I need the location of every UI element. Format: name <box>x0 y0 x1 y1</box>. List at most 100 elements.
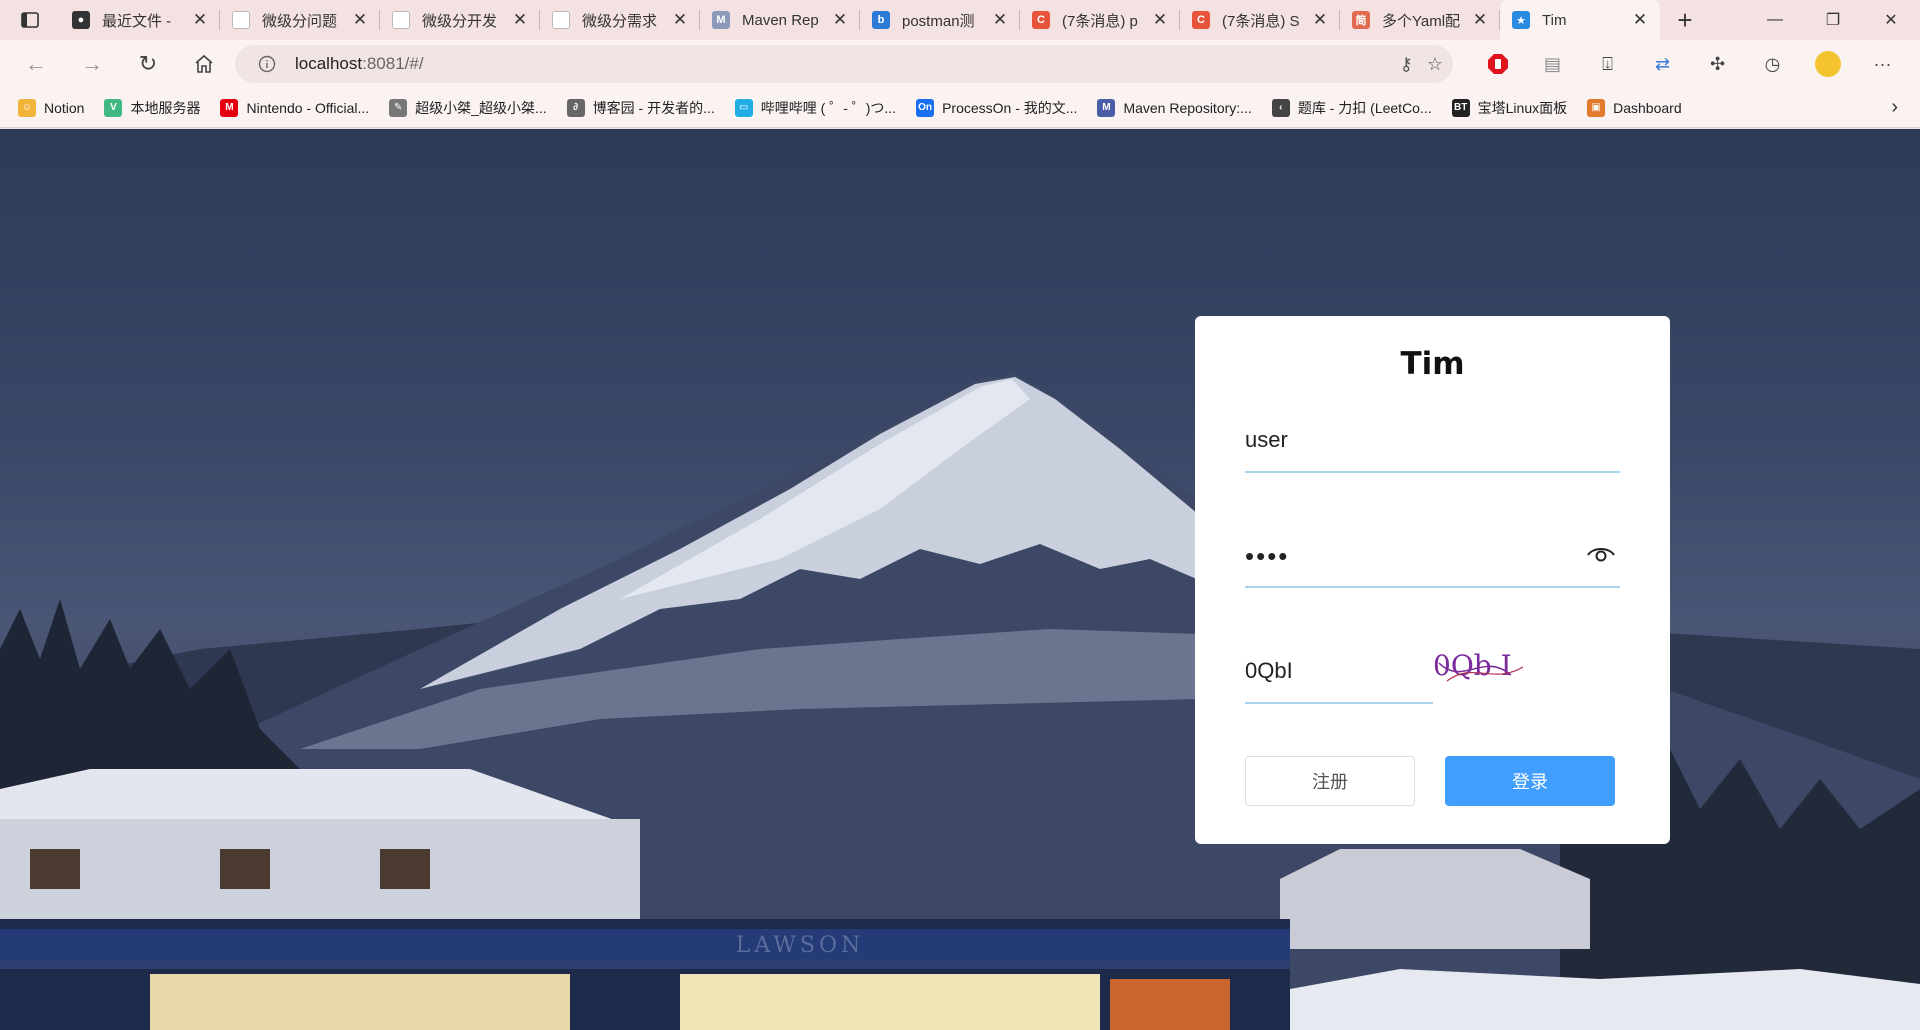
tab[interactable]: b postman测 ✕ <box>860 0 1020 40</box>
captcha-image[interactable]: 0Qb I <box>1433 641 1583 693</box>
home-button[interactable] <box>176 44 232 84</box>
tab-title: 多个Yaml配 <box>1382 12 1461 30</box>
bookmark-favicon-icon: BT <box>1451 98 1470 117</box>
more-icon: ··· <box>1873 53 1892 74</box>
bookmark-item[interactable]: ✎ 超级小桀_超级小桀... <box>389 98 547 118</box>
download-icon: ⍗ <box>1602 53 1613 74</box>
bookmark-label: 超级小桀_超级小桀... <box>415 99 547 116</box>
bookmark-label: 哔哩哔哩 ( ゜- ゜)つ... <box>760 99 897 116</box>
username-field[interactable]: user <box>1245 413 1620 473</box>
bookmark-list: ☺ Notion V 本地服务器 M Nintendo - Official... ✎ 超级小… <box>18 98 1702 118</box>
bookmark-item[interactable]: ▭ 哔哩哔哩 ( ゜- ゜)つ... <box>734 98 897 118</box>
password-field[interactable]: •••• <box>1245 528 1620 588</box>
address-bar[interactable]: localhost:8081/#/ ⚷ ☆ <box>235 45 1453 83</box>
tab[interactable]: C (7条消息) S ✕ <box>1180 0 1340 40</box>
arrow-right-icon: → <box>81 51 103 76</box>
captcha-input[interactable]: 0QbI <box>1245 644 1433 704</box>
tab-close-icon[interactable]: ✕ <box>350 10 370 30</box>
bookmarks-bar: ☺ Notion V 本地服务器 M Nintendo - Official... ✎ 超级小… <box>0 88 1920 128</box>
more-menu-button[interactable]: ··· <box>1855 40 1910 88</box>
tab-title: postman测 <box>902 12 975 30</box>
history-button[interactable]: ◷ <box>1745 40 1800 88</box>
tab-close-icon[interactable]: ✕ <box>1630 10 1650 30</box>
tab[interactable]: 微级分问题 ✕ <box>220 0 380 40</box>
tab[interactable]: ★ Tim ✕ <box>1500 0 1660 40</box>
bookmark-favicon-icon: ☺ <box>18 98 36 117</box>
url-text[interactable]: localhost:8081/#/ <box>295 54 424 74</box>
new-tab-button[interactable]: + <box>1660 0 1710 40</box>
login-button[interactable]: 登录 <box>1445 756 1615 806</box>
tab[interactable]: ● 最近文件 - ✕ <box>60 0 220 40</box>
home-icon <box>195 54 213 73</box>
extensions-button[interactable]: ✣ <box>1690 40 1745 88</box>
password-value: •••• <box>1245 541 1290 571</box>
tab-favicon-icon: 简 <box>1352 11 1370 29</box>
bookmark-item[interactable]: ∂ 博客园 - 开发者的... <box>566 98 715 118</box>
tab-title: Tim <box>1542 11 1567 29</box>
bookmark-item[interactable]: ▣ Dashboard <box>1587 98 1682 117</box>
stop-icon <box>1487 54 1508 74</box>
tab-close-icon[interactable]: ✕ <box>1470 10 1490 30</box>
site-info-icon[interactable] <box>247 55 287 73</box>
login-title: Tim <box>1400 346 1465 382</box>
tab[interactable]: 简多个Yaml配 ✕ <box>1340 0 1500 40</box>
book-icon: ▤ <box>1543 53 1561 74</box>
tab-close-icon[interactable]: ✕ <box>990 10 1010 30</box>
bookmark-favicon-icon: ▭ <box>734 98 753 117</box>
key-icon[interactable]: ⚷ <box>1400 54 1413 75</box>
reload-button[interactable]: ↻ <box>120 44 176 84</box>
minimize-button[interactable]: — <box>1746 0 1804 40</box>
close-window-button[interactable]: ✕ <box>1862 0 1920 40</box>
bookmark-label: Notion <box>44 99 85 116</box>
sidebar-toggle-button[interactable] <box>0 0 60 40</box>
bookmark-item[interactable]: V 本地服务器 <box>104 98 200 118</box>
tab-close-icon[interactable]: ✕ <box>830 10 850 30</box>
tab-close-icon[interactable]: ✕ <box>1310 10 1330 30</box>
download-extension-button[interactable]: ⍗ <box>1580 40 1635 88</box>
favorite-add-icon[interactable]: ☆ <box>1427 54 1443 75</box>
sidebar-icon <box>21 12 39 28</box>
bookmark-item[interactable]: ‹ 题库 - 力扣 (LeetCo... <box>1271 98 1432 118</box>
bookmark-item[interactable]: BT 宝塔Linux面板 <box>1451 98 1568 118</box>
tab[interactable]: 微级分开发 ✕ <box>380 0 540 40</box>
tab-favicon-icon <box>552 11 570 29</box>
back-button[interactable]: ← <box>8 44 64 84</box>
bookmark-favicon-icon: ✎ <box>389 98 408 117</box>
bookmark-item[interactable]: M Maven Repository:... <box>1097 98 1252 117</box>
history-icon: ◷ <box>1764 53 1781 74</box>
bookmark-item[interactable]: On ProcessOn - 我的文... <box>916 98 1077 118</box>
restore-button[interactable]: ❐ <box>1804 0 1862 40</box>
tab-favicon-icon <box>232 11 250 29</box>
tab-close-icon[interactable]: ✕ <box>510 10 530 30</box>
tab[interactable]: 微级分需求 ✕ <box>540 0 700 40</box>
tab-title: 微级分开发 <box>422 12 498 30</box>
adblock-extension-button[interactable] <box>1470 40 1525 88</box>
tab[interactable]: C (7条消息) p ✕ <box>1020 0 1180 40</box>
sync-extension-button[interactable]: ⇄ <box>1635 40 1690 88</box>
puzzle-icon: ✣ <box>1709 53 1726 74</box>
forward-button[interactable]: → <box>64 44 120 84</box>
tab-close-icon[interactable]: ✕ <box>190 10 210 30</box>
bookmark-label: Maven Repository:... <box>1123 99 1252 116</box>
bookmark-item[interactable]: M Nintendo - Official... <box>220 98 369 117</box>
bookmark-favicon-icon: M <box>220 98 239 117</box>
bookmark-favicon-icon: ∂ <box>566 98 585 117</box>
eye-icon[interactable] <box>1586 544 1616 564</box>
tab-strip: ● 最近文件 - ✕ 微级分问题 ✕ 微级分开发 ✕ 微级分需求 ✕ M Maven Rep ✕ b po… <box>0 0 1920 40</box>
navigation-bar: ← → ↻ localhost:8081/#/ ⚷ ☆ ▤ ⍗ ⇄ ✣ ◷ ··… <box>0 40 1920 88</box>
tab-favicon-icon: b <box>872 11 890 29</box>
bookmark-label: 宝塔Linux面板 <box>1477 99 1568 116</box>
tab-list: ● 最近文件 - ✕ 微级分问题 ✕ 微级分开发 ✕ 微级分需求 ✕ M Maven Rep ✕ b po… <box>60 0 1660 40</box>
tab-favicon-icon: C <box>1032 11 1050 29</box>
tab-close-icon[interactable]: ✕ <box>670 10 690 30</box>
tab[interactable]: M Maven Rep ✕ <box>700 0 860 40</box>
url-host: localhost <box>295 54 363 73</box>
bookmark-item[interactable]: ☺ Notion <box>18 98 85 117</box>
tab-close-icon[interactable]: ✕ <box>1150 10 1170 30</box>
arrow-left-icon: ← <box>25 51 47 76</box>
reader-extension-button[interactable]: ▤ <box>1525 40 1580 88</box>
tab-title: 最近文件 - <box>102 12 172 30</box>
bookmarks-overflow-button[interactable]: › <box>1891 96 1898 119</box>
profile-button[interactable] <box>1800 40 1855 88</box>
register-button[interactable]: 注册 <box>1245 756 1415 806</box>
